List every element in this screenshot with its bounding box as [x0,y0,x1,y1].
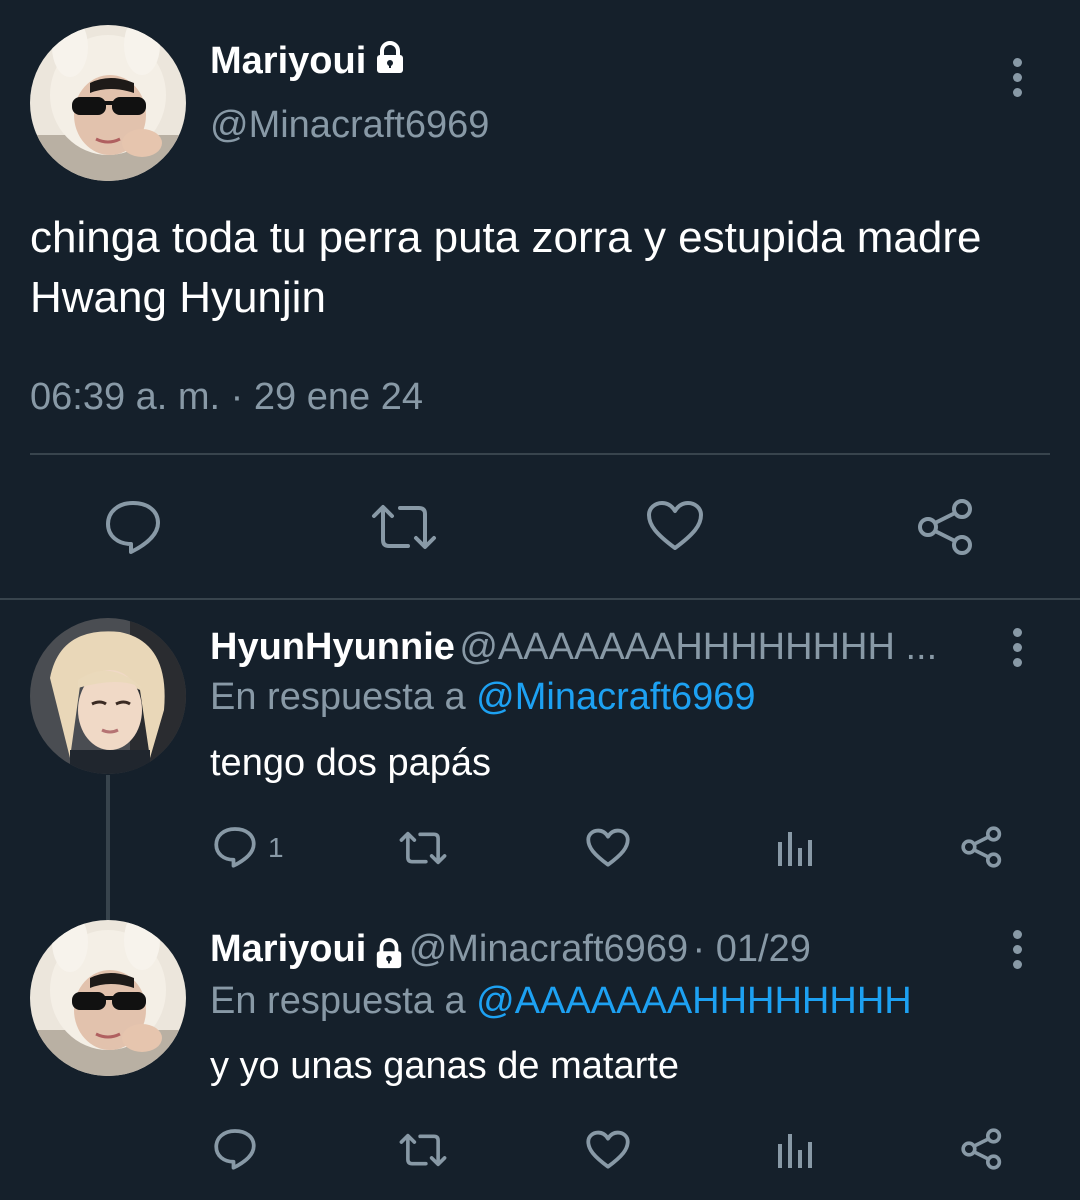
author-handle[interactable]: @Minacraft6969 [210,104,489,147]
reply-prefix: En respuesta a [210,676,466,718]
avatar-image [30,920,186,1076]
section-divider [0,598,1080,600]
retweet-icon[interactable] [398,830,448,866]
analytics-icon[interactable] [776,1132,816,1168]
reply-avatar[interactable] [30,920,186,1076]
avatar[interactable] [30,25,186,181]
reply-mention-link[interactable]: @AAAAAAAHHHHHHHH [476,980,912,1022]
tweet-text: chinga toda tu perra puta zorra y estupi… [30,213,982,322]
reply-icon[interactable] [213,826,257,868]
reply-author-handle[interactable]: @AAAAAAAHHHHHHHH ... [459,626,937,668]
avatar-image [30,618,186,774]
reply-mention-link[interactable]: @Minacraft6969 [476,676,755,718]
reply-author-name[interactable]: Mariyoui [210,928,366,970]
retweet-icon[interactable] [370,502,438,552]
reply-date: · 01/29 [692,928,811,970]
more-options-icon[interactable] [1007,628,1027,673]
reply-avatar[interactable] [30,618,186,774]
like-icon[interactable] [586,828,630,868]
reply-author-name[interactable]: HyunHyunnie [210,626,455,668]
share-icon[interactable] [916,498,976,556]
retweet-icon[interactable] [398,1132,448,1168]
like-icon[interactable] [586,1130,630,1170]
reply-text: tengo dos papás [210,742,492,784]
share-icon[interactable] [960,826,1004,868]
analytics-icon[interactable] [776,830,816,866]
tweet-time: 06:39 a. m. [30,376,221,418]
more-options-icon[interactable] [1007,58,1027,103]
thread-connector-line [106,775,110,920]
reply-context: En respuesta a @Minacraft6969 [210,676,756,719]
lock-icon [374,938,404,975]
reply-author-handle[interactable]: @Minacraft6969 [409,928,688,970]
tweet-timestamp: 06:39 a. m. · 29 ene 24 [30,376,423,418]
tweet-date: 29 ene 24 [253,376,423,418]
reply-prefix: En respuesta a [210,980,466,1022]
reply-header: Mariyoui @Minacraft6969 · 01/29 [210,928,811,975]
lock-icon [374,41,406,85]
reply-icon[interactable] [213,1128,257,1170]
divider [30,453,1050,455]
like-icon[interactable] [646,500,704,552]
author-name[interactable]: Mariyoui [210,40,366,82]
reply-icon[interactable] [104,499,162,555]
reply-text: y yo unas ganas de matarte [210,1045,679,1087]
author-name-row: Mariyoui [210,40,406,85]
reply-header: HyunHyunnie @AAAAAAAHHHHHHHH ... [210,626,937,669]
share-icon[interactable] [960,1128,1004,1170]
avatar-image [30,25,186,181]
reply-context: En respuesta a @AAAAAAAHHHHHHHH [210,980,912,1023]
reply-count: 1 [268,832,284,863]
more-options-icon[interactable] [1007,930,1027,975]
